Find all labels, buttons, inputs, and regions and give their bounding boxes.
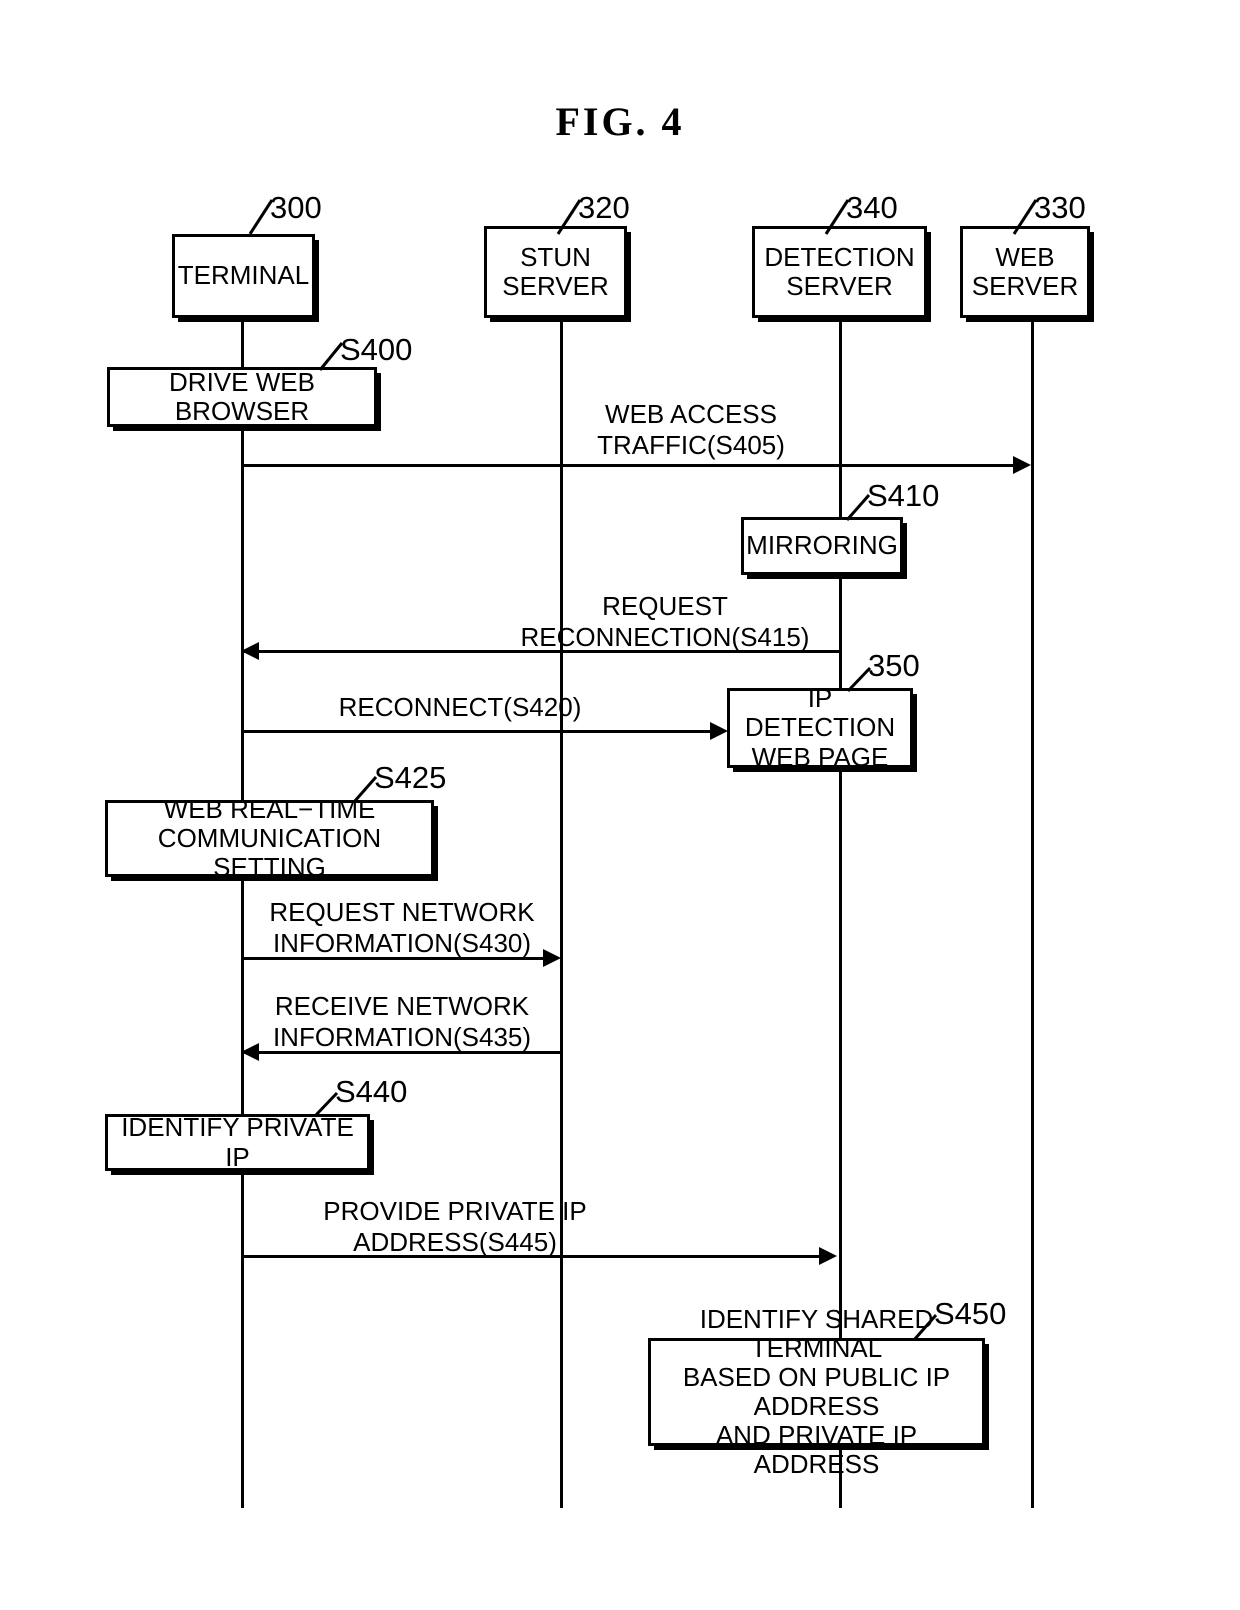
- message-label-s415: REQUEST RECONNECTION(S415): [520, 591, 810, 652]
- step-box-s450[interactable]: IDENTIFY SHARED TERMINAL BASED ON PUBLIC…: [648, 1304, 985, 1479]
- step-box-s410[interactable]: MIRRORING: [741, 517, 903, 575]
- step-box-350[interactable]: IP DETECTION WEB PAGE: [727, 684, 913, 771]
- message-arrowhead-s435: [241, 1043, 259, 1061]
- actor-box-stun-server[interactable]: STUN SERVER: [484, 226, 627, 318]
- ref-number-350: 350: [868, 648, 920, 683]
- ref-number-s450: S450: [934, 1296, 1007, 1331]
- message-arrow-s435: [243, 1051, 561, 1054]
- message-arrow-s415: [243, 650, 840, 653]
- message-arrow-s420: [241, 730, 710, 733]
- ref-number-s400: S400: [340, 332, 413, 367]
- actor-box-web-server[interactable]: WEB SERVER: [960, 226, 1090, 318]
- step-label-350: IP DETECTION WEB PAGE: [744, 683, 896, 772]
- message-label-s445: PROVIDE PRIVATE IP ADDRESS(S445): [323, 1196, 587, 1257]
- message-arrowhead-s420: [710, 722, 728, 740]
- ref-number-320: 320: [578, 190, 630, 225]
- message-label-s405: WEB ACCESS TRAFFIC(S405): [597, 399, 785, 460]
- figure-title: FIG. 4: [555, 99, 685, 144]
- message-arrow-s430: [241, 957, 543, 960]
- message-arrowhead-s430: [543, 949, 561, 967]
- actor-label-stun-server: STUN SERVER: [502, 241, 609, 301]
- lifeline-stun: [560, 318, 563, 1508]
- ref-number-s410: S410: [867, 478, 940, 513]
- message-arrowhead-s415: [241, 642, 259, 660]
- step-label-s410: MIRRORING: [746, 530, 898, 561]
- actor-label-web-server: WEB SERVER: [971, 241, 1079, 301]
- message-arrowhead-s405: [1013, 456, 1031, 474]
- figure-canvas: FIG. 4 TERMINAL STUN SERVER DETECTION SE…: [0, 0, 1240, 1610]
- ref-number-300: 300: [270, 190, 322, 225]
- actor-box-terminal[interactable]: TERMINAL: [172, 234, 315, 318]
- message-label-s430: REQUEST NETWORK INFORMATION(S430): [269, 897, 535, 958]
- lifeline-terminal: [241, 318, 244, 1508]
- step-box-s400[interactable]: DRIVE WEB BROWSER: [107, 367, 377, 427]
- step-box-s425[interactable]: WEB REAL−TIME COMMUNICATION SETTING: [105, 794, 434, 882]
- message-label-s420: RECONNECT(S420): [338, 692, 582, 722]
- actor-label-terminal: TERMINAL: [177, 260, 310, 291]
- step-box-s440[interactable]: IDENTIFY PRIVATE IP: [105, 1112, 370, 1172]
- step-label-s440: IDENTIFY PRIVATE IP: [121, 1112, 354, 1172]
- message-label-s435: RECEIVE NETWORK INFORMATION(S435): [272, 991, 532, 1052]
- ref-number-s425: S425: [374, 760, 447, 795]
- actor-box-detection-server[interactable]: DETECTION SERVER: [752, 226, 927, 318]
- message-arrow-s445: [241, 1255, 819, 1258]
- ref-number-330: 330: [1034, 190, 1086, 225]
- step-label-s400: DRIVE WEB BROWSER: [169, 366, 315, 426]
- actor-label-detection-server: DETECTION SERVER: [764, 241, 915, 301]
- message-arrowhead-s445: [819, 1247, 837, 1265]
- ref-number-340: 340: [846, 190, 898, 225]
- lifeline-web: [1031, 318, 1034, 1508]
- ref-number-s440: S440: [335, 1074, 408, 1109]
- message-arrow-s405: [241, 464, 1013, 467]
- step-label-s425: WEB REAL−TIME COMMUNICATION SETTING: [157, 793, 382, 883]
